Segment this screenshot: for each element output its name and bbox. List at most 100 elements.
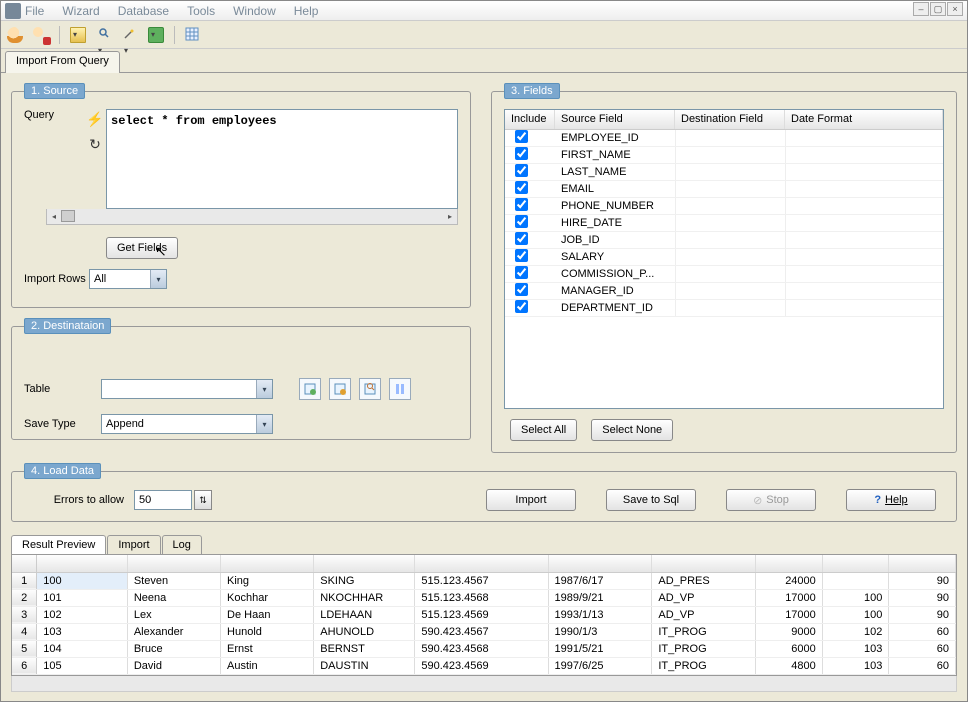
field-row[interactable]: EMAIL	[505, 181, 943, 198]
fields-group: 3. Fields Include Source Field Destinati…	[491, 83, 957, 453]
field-row[interactable]: EMPLOYEE_ID	[505, 130, 943, 147]
table-select[interactable]: ▾	[101, 379, 273, 399]
include-checkbox[interactable]	[515, 283, 528, 296]
field-row[interactable]: LAST_NAME	[505, 164, 943, 181]
grid-hscroll[interactable]	[11, 676, 957, 692]
include-checkbox[interactable]	[515, 181, 528, 194]
source-field-cell: DEPARTMENT_ID	[555, 302, 675, 314]
field-row[interactable]: JOB_ID	[505, 232, 943, 249]
run-dropdown-icon[interactable]	[148, 27, 164, 43]
field-row[interactable]: SALARY	[505, 249, 943, 266]
loop-icon[interactable]: ↻	[89, 136, 101, 153]
wand-dropdown-icon[interactable]	[122, 27, 138, 43]
source-legend: 1. Source	[24, 83, 85, 99]
fields-header-dest[interactable]: Destination Field	[675, 110, 785, 129]
include-checkbox[interactable]	[515, 147, 528, 160]
help-icon: ?	[874, 494, 881, 506]
field-row[interactable]: PHONE_NUMBER	[505, 198, 943, 215]
table-row[interactable]: 6105DavidAustinDAUSTIN590.423.45691997/6…	[12, 657, 956, 674]
field-row[interactable]: COMMISSION_P...	[505, 266, 943, 283]
maximize-button[interactable]: ▢	[930, 2, 946, 16]
load-legend: 4. Load Data	[24, 463, 101, 479]
field-row[interactable]: DEPARTMENT_ID	[505, 300, 943, 317]
save-to-sql-button[interactable]: Save to Sql	[606, 489, 696, 511]
user-icon[interactable]	[7, 27, 23, 43]
dest-icon-2[interactable]	[329, 378, 351, 400]
source-field-cell: COMMISSION_P...	[555, 268, 675, 280]
table-label: Table	[24, 383, 89, 395]
menu-database[interactable]: Database	[118, 4, 169, 18]
field-row[interactable]: HIRE_DATE	[505, 215, 943, 232]
table-row[interactable]: 5104BruceErnstBERNST590.423.45681991/5/2…	[12, 640, 956, 657]
dest-icon-4[interactable]	[389, 378, 411, 400]
source-field-cell: MANAGER_ID	[555, 285, 675, 297]
import-rows-label: Import Rows	[24, 273, 89, 285]
table-row[interactable]: 3102LexDe HaanLDEHAAN515.123.45691993/1/…	[12, 606, 956, 623]
minimize-button[interactable]: –	[913, 2, 929, 16]
import-rows-select[interactable]: All▾	[89, 269, 167, 289]
menu-window[interactable]: Window	[233, 4, 276, 18]
source-field-cell: EMAIL	[555, 183, 675, 195]
include-checkbox[interactable]	[515, 215, 528, 228]
errors-spin[interactable]: ⇅	[194, 490, 212, 510]
source-group: 1. Source Query ⚡ ↻ select * from employ…	[11, 83, 471, 308]
tab-log[interactable]: Log	[162, 535, 202, 555]
dest-icon-1[interactable]	[299, 378, 321, 400]
source-field-cell: FIRST_NAME	[555, 149, 675, 161]
user-locked-icon[interactable]	[33, 27, 49, 43]
include-checkbox[interactable]	[515, 232, 528, 245]
field-row[interactable]: MANAGER_ID	[505, 283, 943, 300]
source-field-cell: HIRE_DATE	[555, 217, 675, 229]
source-field-cell: JOB_ID	[555, 234, 675, 246]
menu-tools[interactable]: Tools	[187, 4, 215, 18]
tool-dropdown-icon[interactable]	[96, 27, 112, 43]
get-fields-button[interactable]: Get Fields	[106, 237, 178, 259]
folder-dropdown-icon[interactable]	[70, 27, 86, 43]
menu-wizard[interactable]: Wizard	[62, 4, 99, 18]
include-checkbox[interactable]	[515, 266, 528, 279]
source-field-cell: PHONE_NUMBER	[555, 200, 675, 212]
table-row[interactable]: 4103AlexanderHunoldAHUNOLD590.423.456719…	[12, 623, 956, 640]
result-grid[interactable]: 1100StevenKingSKING515.123.45671987/6/17…	[11, 554, 957, 676]
select-none-button[interactable]: Select None	[591, 419, 673, 441]
include-checkbox[interactable]	[515, 249, 528, 262]
tab-import[interactable]: Import	[107, 535, 160, 555]
stop-button[interactable]: ⊘Stop	[726, 489, 816, 511]
select-all-button[interactable]: Select All	[510, 419, 577, 441]
flash-icon[interactable]: ⚡	[86, 111, 103, 128]
grid-icon[interactable]	[185, 27, 201, 43]
table-row[interactable]: 2101NeenaKochharNKOCHHAR515.123.45681989…	[12, 589, 956, 606]
include-checkbox[interactable]	[515, 300, 528, 313]
menu-help[interactable]: Help	[294, 4, 319, 18]
query-hscroll[interactable]: ◂▸	[46, 209, 458, 225]
close-button[interactable]: ×	[947, 2, 963, 16]
source-field-cell: EMPLOYEE_ID	[555, 132, 675, 144]
source-field-cell: LAST_NAME	[555, 166, 675, 178]
menubar: File Wizard Database Tools Window Help –…	[1, 1, 967, 21]
tab-import-from-query[interactable]: Import From Query	[5, 51, 120, 73]
tab-result-preview[interactable]: Result Preview	[11, 535, 106, 555]
query-textarea[interactable]: select * from employees	[106, 109, 458, 209]
errors-label: Errors to allow	[24, 494, 134, 506]
fields-header-source[interactable]: Source Field	[555, 110, 675, 129]
include-checkbox[interactable]	[515, 164, 528, 177]
field-row[interactable]: FIRST_NAME	[505, 147, 943, 164]
destination-legend: 2. Destinataion	[24, 318, 111, 334]
fields-header-include[interactable]: Include	[505, 110, 555, 129]
stop-icon: ⊘	[753, 494, 762, 507]
main-toolbar	[1, 21, 967, 49]
help-button[interactable]: ?Help	[846, 489, 936, 511]
fields-header-dateformat[interactable]: Date Format	[785, 110, 943, 129]
errors-input[interactable]	[134, 490, 192, 510]
savetype-label: Save Type	[24, 418, 89, 430]
import-button[interactable]: Import	[486, 489, 576, 511]
source-field-cell: SALARY	[555, 251, 675, 263]
destination-group: 2. Destinataion Table ▾ Save Type	[11, 318, 471, 440]
table-row[interactable]: 1100StevenKingSKING515.123.45671987/6/17…	[12, 572, 956, 589]
dest-icon-3[interactable]	[359, 378, 381, 400]
menu-file[interactable]: File	[25, 4, 44, 18]
include-checkbox[interactable]	[515, 198, 528, 211]
savetype-select[interactable]: Append▾	[101, 414, 273, 434]
query-label: Query	[24, 109, 84, 209]
include-checkbox[interactable]	[515, 130, 528, 143]
